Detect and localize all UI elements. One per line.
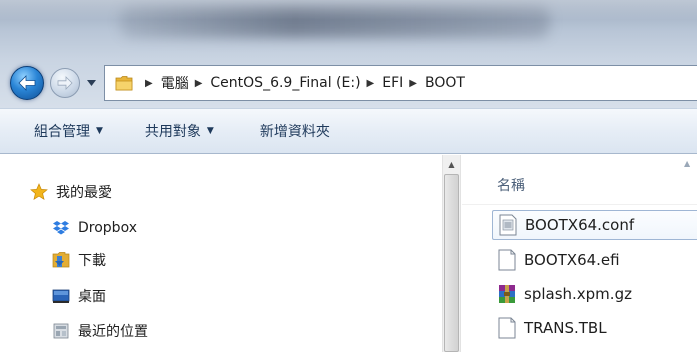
nav-item-downloads[interactable]: 下載: [52, 248, 106, 272]
scrollbar-thumb[interactable]: [444, 174, 459, 352]
share-with-menu-button[interactable]: 共用對象 ▼: [145, 121, 214, 141]
organize-label: 組合管理: [34, 124, 90, 140]
new-folder-button[interactable]: 新增資料夾: [260, 121, 330, 141]
nav-item-label: Dropbox: [78, 220, 137, 236]
nav-item-label: 桌面: [78, 289, 106, 305]
column-header-label: 名稱: [497, 178, 525, 194]
breadcrumb-separator-icon[interactable]: ▶: [195, 78, 203, 89]
star-icon: [30, 183, 48, 201]
folder-icon: [115, 75, 133, 91]
address-bar[interactable]: ▶ 電腦 ▶ CentOS_6.9_Final (E:) ▶ EFI ▶ BOO…: [104, 65, 697, 101]
new-folder-label: 新增資料夾: [259, 124, 330, 140]
nav-item-dropbox[interactable]: Dropbox: [52, 216, 137, 240]
file-name: splash.xpm.gz: [524, 285, 632, 303]
window-titlebar: ▶ 電腦 ▶ CentOS_6.9_Final (E:) ▶ EFI ▶ BOO…: [0, 0, 697, 108]
winrar-archive-icon: [498, 283, 516, 305]
scroll-up-arrow-icon[interactable]: ▲: [443, 155, 460, 173]
file-name: BOOTX64.efi: [524, 251, 620, 269]
share-with-label: 共用對象: [144, 124, 201, 140]
breadcrumb-separator-icon[interactable]: ▶: [409, 78, 417, 89]
file-list-pane: ▲ 名稱 BOOTX64.conf BOOTX64.efi splash.xpm…: [462, 155, 697, 352]
chevron-down-icon: [86, 80, 96, 86]
nav-item-desktop[interactable]: 桌面: [52, 284, 106, 308]
file-row[interactable]: BOOTX64.conf: [492, 210, 697, 240]
sort-ascending-icon: ▲: [684, 159, 691, 168]
file-name: BOOTX64.conf: [525, 216, 635, 234]
nav-item-label: 我的最愛: [56, 185, 112, 201]
blank-file-icon: [498, 317, 516, 339]
recent-places-icon: [52, 322, 70, 340]
downloads-folder-icon: [52, 251, 70, 269]
nav-item-recent-places[interactable]: 最近的位置: [52, 319, 148, 343]
file-row[interactable]: BOOTX64.efi: [492, 245, 620, 275]
file-name: TRANS.TBL: [524, 319, 607, 337]
blank-file-icon: [498, 249, 516, 271]
glass-highlight: [0, 0, 697, 20]
chevron-down-icon: ▼: [96, 126, 103, 136]
forward-arrow-icon: [57, 76, 73, 90]
nav-item-label: 最近的位置: [78, 324, 148, 340]
breadcrumb-separator-icon[interactable]: ▶: [145, 78, 153, 89]
recent-pages-dropdown[interactable]: [84, 76, 98, 90]
navigation-pane: 我的最愛 Dropbox 下載 桌面 最近的位置: [0, 155, 442, 352]
column-header-name[interactable]: ▲ 名稱: [462, 155, 697, 205]
breadcrumb-drive[interactable]: CentOS_6.9_Final (E:): [210, 75, 360, 91]
organize-menu-button[interactable]: 組合管理 ▼: [34, 121, 103, 141]
nav-item-favorites[interactable]: 我的最愛: [30, 180, 112, 204]
forward-button[interactable]: [50, 68, 80, 98]
dropbox-icon: [52, 219, 70, 237]
file-row[interactable]: TRANS.TBL: [492, 313, 607, 343]
breadcrumb-efi[interactable]: EFI: [382, 75, 403, 91]
command-bar: 組合管理 ▼ 共用對象 ▼ 新增資料夾: [0, 108, 697, 154]
config-file-icon: [499, 214, 517, 236]
chevron-down-icon: ▼: [206, 126, 214, 136]
file-row[interactable]: splash.xpm.gz: [492, 279, 632, 309]
navigation-pane-scrollbar[interactable]: ▲: [442, 155, 461, 352]
nav-item-label: 下載: [78, 253, 106, 269]
back-button[interactable]: [10, 66, 44, 100]
breadcrumb-separator-icon[interactable]: ▶: [367, 78, 375, 89]
back-arrow-icon: [18, 75, 36, 91]
desktop-icon: [52, 287, 70, 305]
breadcrumb-computer[interactable]: 電腦: [161, 73, 189, 93]
breadcrumb-boot[interactable]: BOOT: [425, 75, 465, 91]
